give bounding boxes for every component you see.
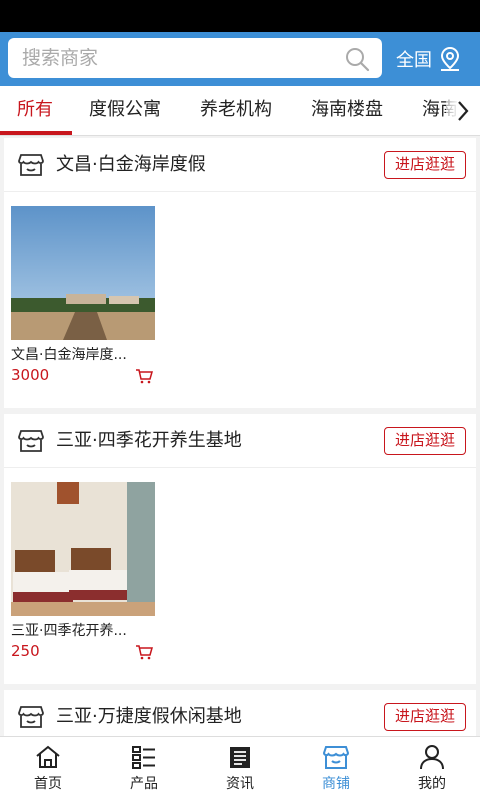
nav-news[interactable]: 资讯	[192, 737, 288, 800]
product-image[interactable]	[11, 206, 155, 340]
shop-header[interactable]: 三亚·四季花开养生基地 进店逛逛	[4, 414, 476, 468]
product-name: 三亚·四季花开养...	[11, 623, 127, 639]
product-item[interactable]: 三亚·四季花开养... 250	[11, 482, 155, 660]
tab-vacation-apartment[interactable]: 度假公寓	[89, 86, 161, 135]
region-label: 全国	[396, 50, 432, 71]
shop-icon	[323, 746, 349, 769]
store-icon	[18, 154, 44, 176]
nav-home[interactable]: 首页	[0, 737, 96, 800]
product-item[interactable]: 文昌·白金海岸度... 3000	[11, 206, 155, 384]
product-price: 3000	[11, 366, 50, 384]
visit-shop-button[interactable]: 进店逛逛	[384, 427, 466, 455]
region-selector[interactable]: 全国	[396, 32, 462, 86]
location-pin-icon	[440, 46, 460, 71]
home-icon	[36, 745, 60, 768]
product-price: 250	[11, 642, 40, 660]
tab-elderly-care[interactable]: 养老机构	[200, 86, 272, 135]
nav-me[interactable]: 我的	[384, 737, 480, 800]
shop-name: 三亚·四季花开养生基地	[56, 430, 242, 451]
list-icon	[132, 746, 155, 769]
shop-name: 文昌·白金海岸度假	[56, 154, 206, 175]
news-icon	[230, 747, 250, 768]
cart-icon[interactable]	[135, 368, 153, 384]
chevron-right-icon	[458, 101, 469, 121]
bottom-nav: 首页 产品 资讯 商铺 我的	[0, 736, 480, 800]
tab-all[interactable]: 所有	[17, 86, 53, 135]
nav-shops-label: 商铺	[322, 776, 350, 792]
search-box[interactable]	[8, 38, 382, 78]
nav-me-label: 我的	[418, 776, 446, 792]
header: 全国	[0, 32, 480, 86]
category-tabs: 所有 度假公寓 养老机构 海南楼盘 海南	[0, 86, 480, 136]
product-name: 文昌·白金海岸度...	[11, 347, 127, 363]
store-icon	[18, 706, 44, 728]
nav-products[interactable]: 产品	[96, 737, 192, 800]
nav-home-label: 首页	[34, 776, 62, 792]
status-bar	[0, 0, 480, 32]
visit-shop-button[interactable]: 进店逛逛	[384, 703, 466, 731]
nav-news-label: 资讯	[226, 776, 254, 792]
shop-card: 三亚·四季花开养生基地 进店逛逛 三亚·四季花开养... 250	[4, 414, 476, 684]
tabs-scroll-right[interactable]	[446, 86, 480, 135]
shop-card: 文昌·白金海岸度假 进店逛逛 文昌·白金海岸度... 3000	[4, 138, 476, 408]
product-image[interactable]	[11, 482, 155, 616]
shop-card: 三亚·万捷度假休闲基地 进店逛逛	[4, 690, 476, 736]
nav-shops[interactable]: 商铺	[288, 737, 384, 800]
cart-icon[interactable]	[135, 644, 153, 660]
search-input[interactable]	[22, 38, 342, 78]
user-icon	[420, 745, 444, 770]
tab-hainan-property[interactable]: 海南楼盘	[311, 86, 383, 135]
nav-products-label: 产品	[130, 776, 158, 792]
shop-header[interactable]: 三亚·万捷度假休闲基地 进店逛逛	[4, 690, 476, 736]
active-tab-indicator	[0, 131, 72, 135]
visit-shop-button[interactable]: 进店逛逛	[384, 151, 466, 179]
search-icon[interactable]	[344, 46, 370, 72]
shop-header[interactable]: 文昌·白金海岸度假 进店逛逛	[4, 138, 476, 192]
shop-name: 三亚·万捷度假休闲基地	[56, 706, 242, 727]
store-icon	[18, 430, 44, 452]
